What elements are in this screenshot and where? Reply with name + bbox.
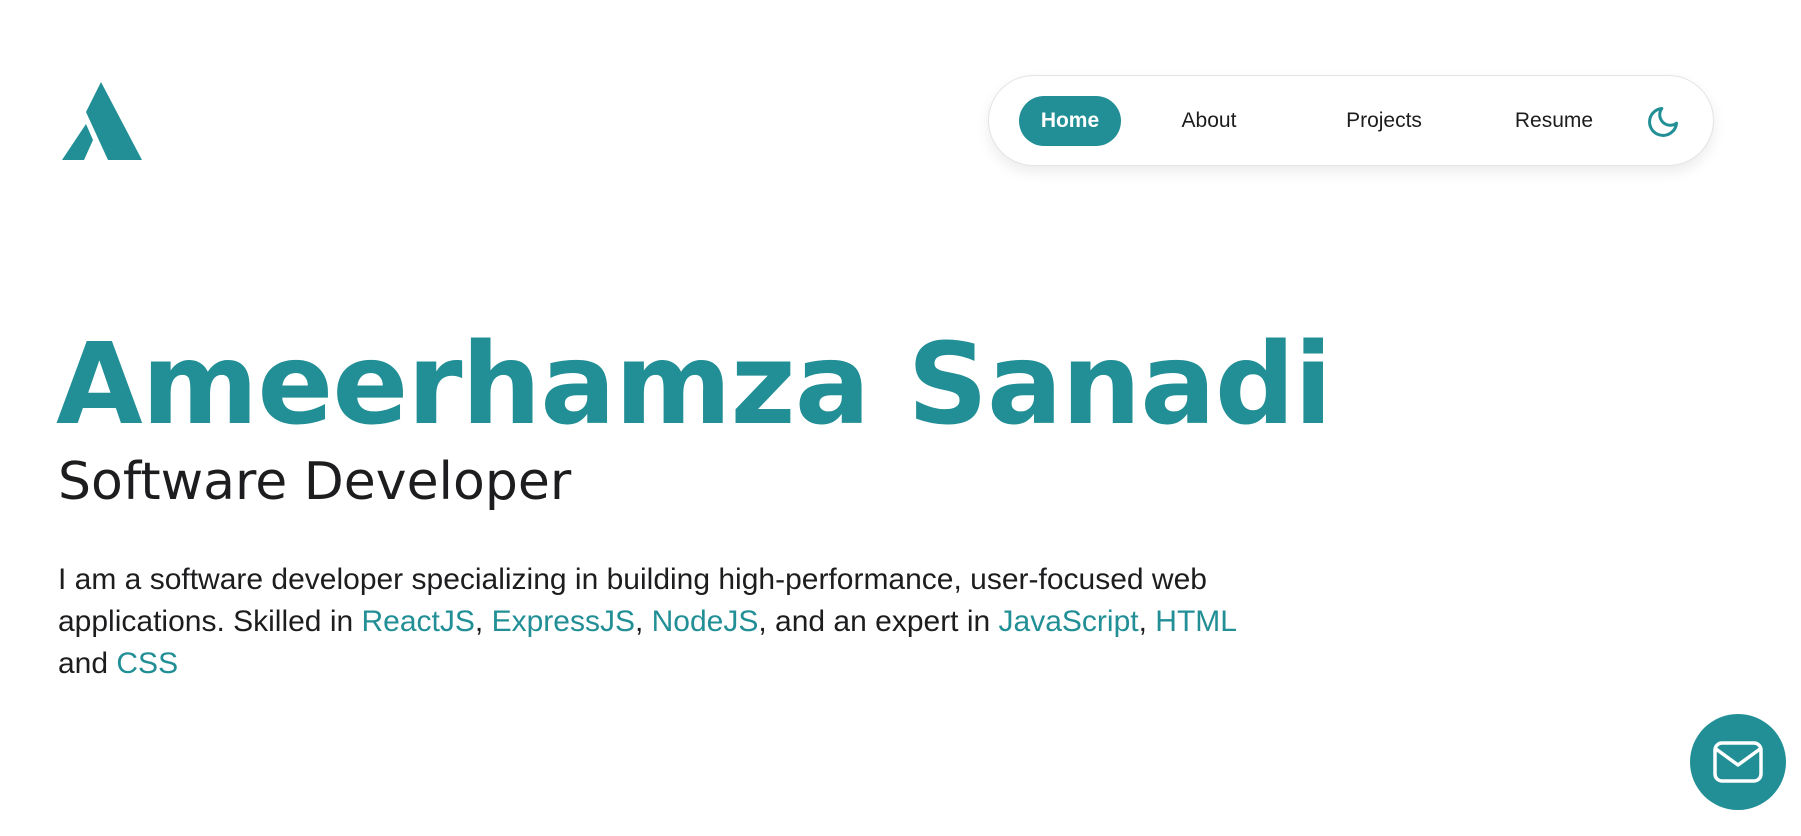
theme-toggle-button[interactable] [1645, 104, 1681, 140]
tech-reactjs[interactable]: ReactJS [362, 605, 475, 638]
intro-separator: , [474, 605, 492, 638]
contact-mail-button[interactable] [1690, 714, 1786, 810]
nav-resume[interactable]: Resume [1494, 96, 1614, 146]
nav-home[interactable]: Home [1019, 96, 1121, 146]
site-logo[interactable] [62, 82, 142, 160]
main-navigation: Home About Projects Resume [988, 75, 1714, 166]
hero-role: Software Developer [58, 452, 572, 512]
nav-projects[interactable]: Projects [1324, 96, 1444, 146]
a-letter-logo-icon [62, 82, 142, 160]
hero-name: Ameerhamza Sanadi [56, 320, 1332, 450]
intro-separator: , [634, 605, 652, 638]
intro-text: , and an expert in [758, 605, 999, 638]
tech-nodejs[interactable]: NodeJS [652, 605, 759, 638]
moon-icon [1648, 107, 1678, 137]
intro-text: and [58, 647, 117, 680]
mail-icon [1713, 741, 1763, 783]
tech-expressjs[interactable]: ExpressJS [492, 605, 635, 638]
hero-intro: I am a software developer specializing i… [58, 559, 1288, 685]
tech-javascript[interactable]: JavaScript [999, 605, 1139, 638]
tech-html[interactable]: HTML [1155, 605, 1236, 638]
intro-separator: , [1138, 605, 1156, 638]
tech-css[interactable]: CSS [116, 647, 178, 680]
nav-about[interactable]: About [1159, 96, 1259, 146]
